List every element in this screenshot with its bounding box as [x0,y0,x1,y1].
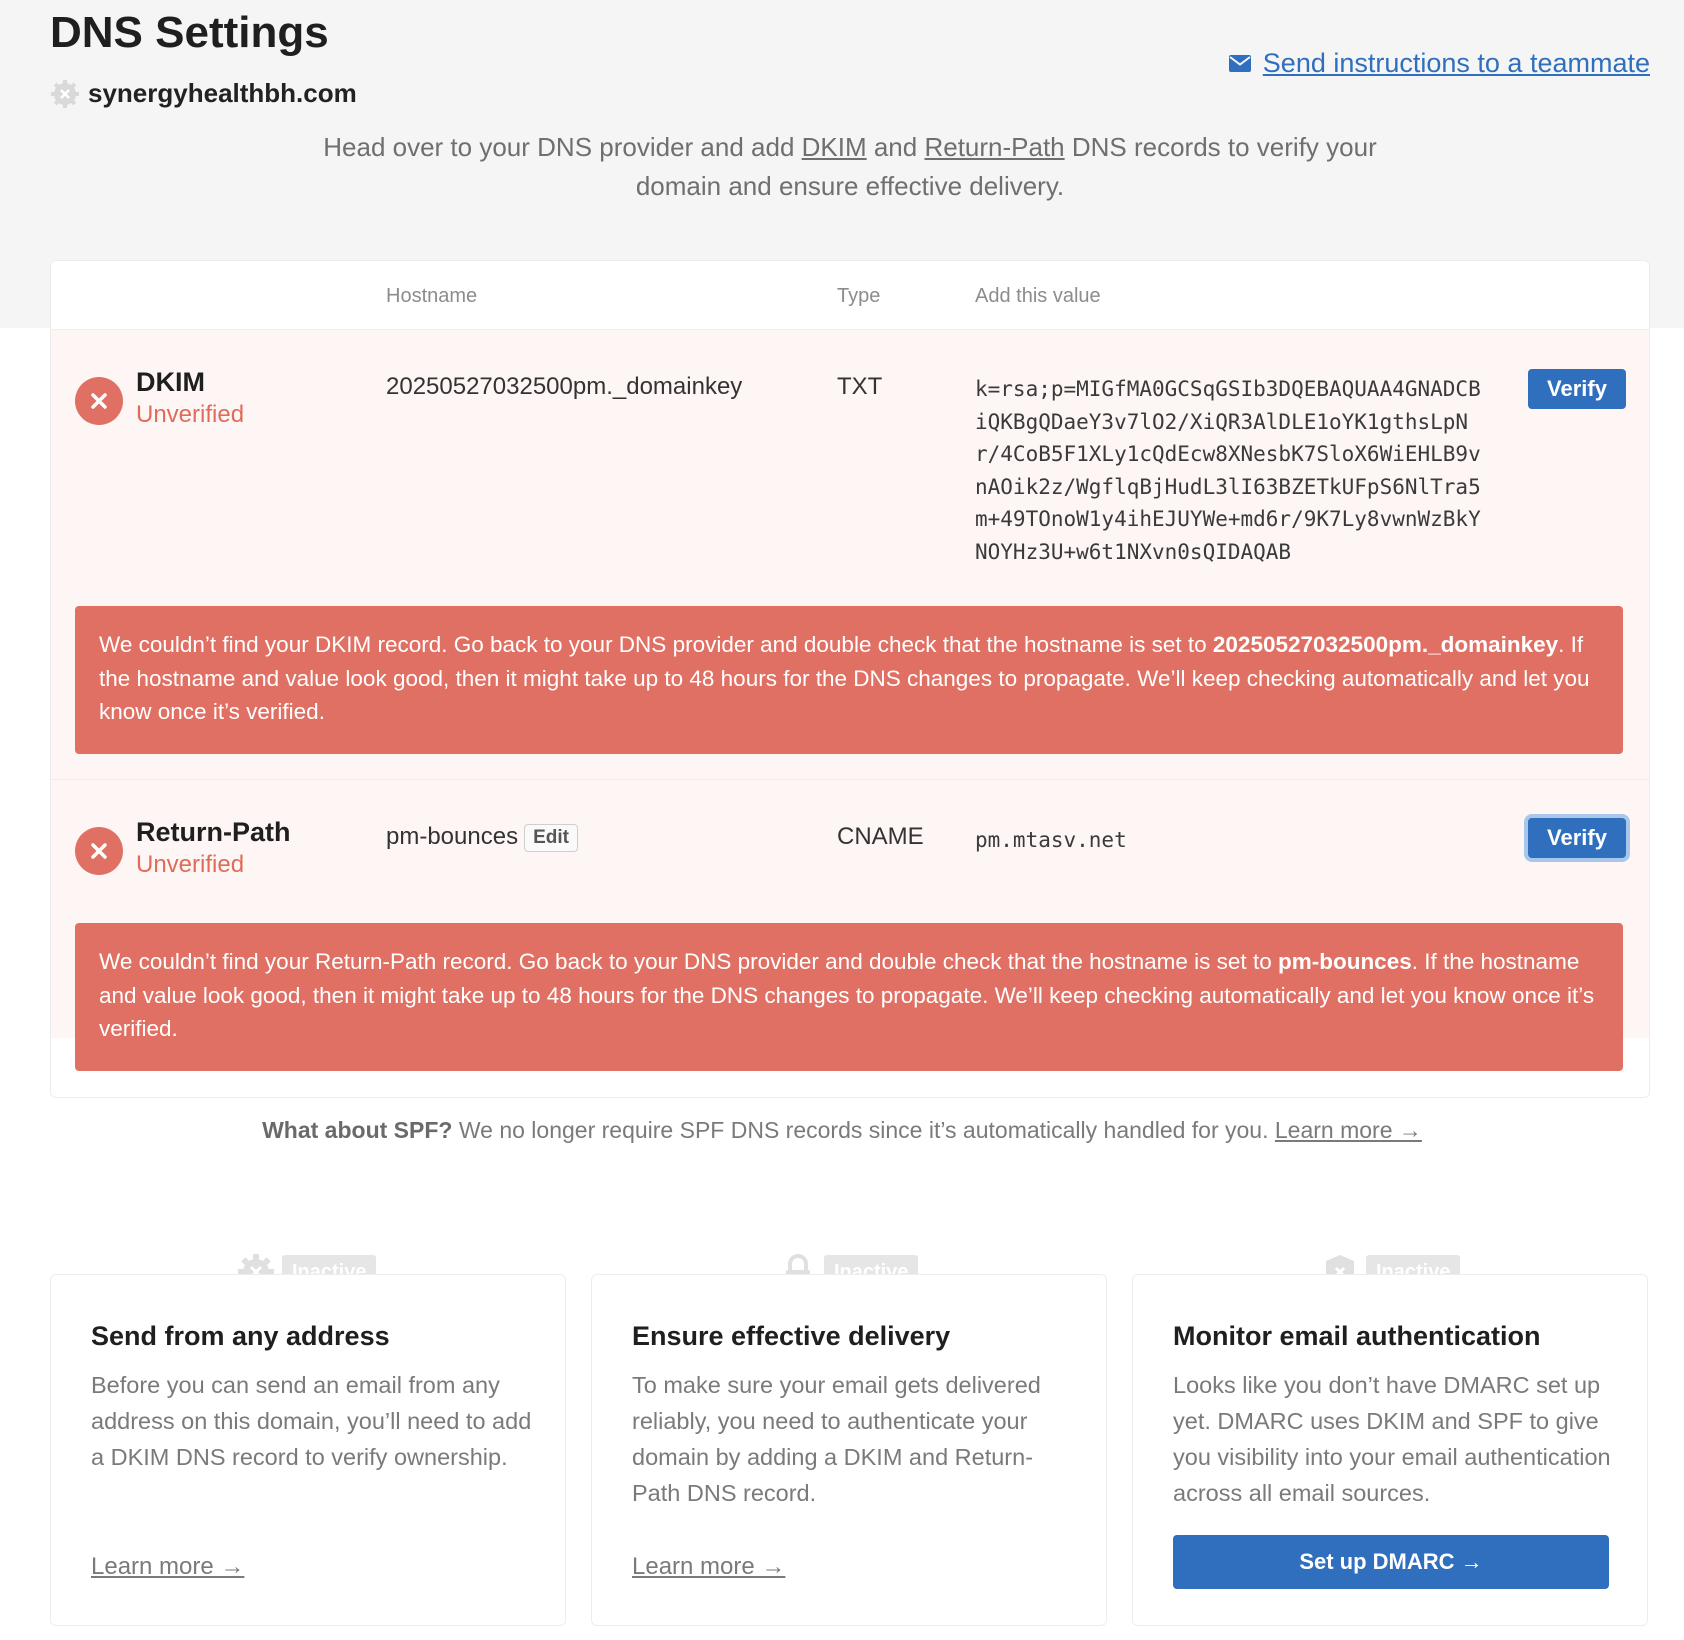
gear-icon [51,79,79,108]
learn-more-link[interactable]: Learn more → [91,1553,244,1581]
return-path-status: Unverified [136,851,245,878]
return-path-link[interactable]: Return-Path [924,132,1064,162]
return-path-hostname: pm-bounces [386,823,519,850]
spf-learn-more-link[interactable]: Learn more → [1275,1117,1422,1143]
edit-hostname-button[interactable]: Edit [524,823,578,852]
return-path-alert-text: We couldn’t find your Return-Path record… [99,949,1278,974]
send-instructions-label: Send instructions to a teammate [1262,48,1650,78]
feature-description: To make sure your email gets delivered r… [632,1372,1041,1506]
dkim-alert-hostname: 20250527032500pm._domainkey [1212,632,1559,657]
dkim-type: TXT [837,373,883,400]
return-path-record-name: Return-Path [136,817,291,847]
feature-title: Monitor email authentication [1173,1321,1541,1351]
dkim-value[interactable]: k=rsa;p=MIGfMA0GCSqGSIb3DQEBAQUAA4GNADCB… [975,373,1489,568]
intro-part1: Head over to your DNS provider and add [323,132,802,162]
setup-dmarc-button[interactable]: Set up DMARC → [1173,1535,1609,1589]
feature-card-send-from-any-address: Send from any address Before you can sen… [50,1274,566,1626]
return-path-alert-hostname: pm-bounces [1277,949,1412,974]
spf-text: We no longer require SPF DNS records sin… [452,1117,1275,1143]
row-divider [51,779,1649,780]
feature-title: Send from any address [91,1321,390,1351]
dkim-error-alert: We couldn’t find your DKIM record. Go ba… [75,606,1623,754]
dkim-verify-button[interactable]: Verify [1528,369,1626,409]
error-icon [75,377,123,425]
feature-card-ensure-effective-delivery: Ensure effective delivery To make sure y… [591,1274,1107,1626]
return-path-verify-button[interactable]: Verify [1528,818,1626,858]
return-path-type: CNAME [837,823,924,850]
intro-and: and [866,132,925,162]
value-header: Add this value [975,285,1101,307]
feature-card-monitor-email-authentication: Monitor email authentication Looks like … [1132,1274,1648,1626]
return-path-error-alert: We couldn’t find your Return-Path record… [75,923,1623,1071]
error-icon [75,827,123,875]
dkim-status: Unverified [136,401,245,428]
hostname-header: Hostname [386,285,478,307]
dkim-alert-text: We couldn’t find your DKIM record. Go ba… [99,632,1213,657]
send-instructions-link[interactable]: Send instructions to a teammate [1228,48,1650,79]
dns-records-table: Hostname Type Add this value DKIM Unveri… [50,260,1650,1098]
dkim-hostname: 20250527032500pm._domainkey [386,373,743,400]
return-path-value[interactable]: pm.mtasv.net [975,824,1489,857]
table-header: Hostname Type Add this value [51,261,1649,330]
feature-title: Ensure effective delivery [632,1321,951,1351]
feature-description: Before you can send an email from any ad… [91,1372,532,1470]
feature-description: Looks like you don’t have DMARC set up y… [1173,1372,1611,1506]
page-title: DNS Settings [50,8,329,57]
type-header: Type [837,285,881,307]
spf-note: What about SPF? We no longer require SPF… [0,1117,1684,1144]
return-path-hostname-cell: pm-bounces Edit [386,823,578,852]
spf-heading: What about SPF? [262,1117,453,1143]
intro-text: Head over to your DNS provider and add D… [320,128,1380,206]
learn-more-link[interactable]: Learn more → [632,1553,785,1581]
domain-row: synergyhealthbh.com [50,78,357,109]
dkim-link[interactable]: DKIM [802,132,867,162]
dkim-record-name: DKIM [136,367,205,397]
domain-name: synergyhealthbh.com [88,78,357,108]
envelope-icon [1228,55,1251,72]
